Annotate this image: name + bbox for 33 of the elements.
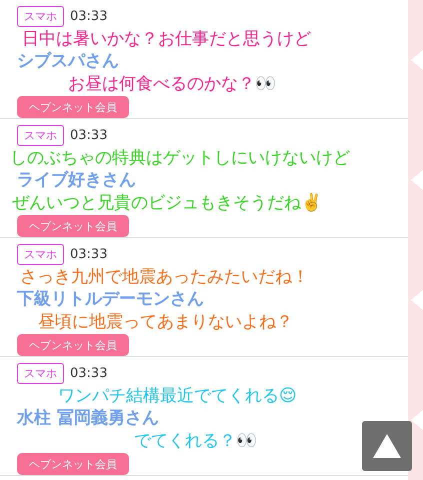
caption-text: ぜんいつと兄貴のビジュもきそうだね✌ (12, 193, 322, 213)
caption-text: さっき九州で地震あったみたいだね！ (20, 267, 309, 287)
device-tag: スマホ (17, 125, 64, 146)
notch-icon (411, 170, 423, 190)
caption-text: 昼頃に地震ってあまりないよね？ (38, 312, 293, 332)
device-tag: スマホ (17, 6, 64, 27)
user-name[interactable]: 水柱 冨岡義勇さん (17, 408, 159, 429)
caption-text: 日中は暑いかな？お仕事だと思うけど (22, 29, 311, 49)
up-triangle-icon (373, 434, 401, 458)
caption-text: ワンパチ結構最近でてくれる😌 (58, 386, 297, 406)
notch-icon (411, 50, 423, 70)
post-time: 03:33 (70, 128, 108, 143)
post-row[interactable]: スマホ 03:33 日中は暑いかな？お仕事だと思うけど シブスパさん お昼は何食べるのかな？👀 ヘブンネット会員 (0, 0, 408, 119)
caption-text: でてくれる？👀 (134, 431, 257, 451)
member-button[interactable]: ヘブンネット会員 (17, 453, 129, 475)
member-button[interactable]: ヘブンネット会員 (17, 334, 129, 356)
post-row[interactable]: スマホ 03:33 しのぶちゃの特典はゲットしにいけないけど ライブ好きさん ぜんいつと兄貴のビジュもきそうだね✌ ヘブンネット会員 (0, 119, 408, 238)
device-tag: スマホ (17, 244, 64, 265)
member-button[interactable]: ヘブンネット会員 (17, 96, 129, 118)
user-name[interactable]: 下級リトルデーモンさん (17, 289, 204, 310)
post-time: 03:33 (70, 366, 108, 381)
post-time: 03:33 (70, 247, 108, 262)
notch-icon (411, 290, 423, 310)
user-name[interactable]: シブスパさん (17, 51, 119, 72)
device-tag: スマホ (17, 363, 64, 384)
post-time: 03:33 (70, 9, 108, 24)
user-name[interactable]: ライブ好きさん (17, 170, 136, 191)
post-row[interactable]: スマホ 03:33 さっき九州で地震あったみたいだね！ 下級リトルデーモンさん 昼頃に地震ってあまりないよね？ ヘブンネット会員 (0, 238, 408, 357)
member-button[interactable]: ヘブンネット会員 (17, 215, 129, 237)
caption-text: しのぶちゃの特典はゲットしにいけないけど (10, 148, 350, 168)
notch-icon (411, 410, 423, 430)
caption-text: お昼は何食べるのかな？👀 (68, 74, 276, 94)
scroll-top-button[interactable] (362, 421, 412, 471)
